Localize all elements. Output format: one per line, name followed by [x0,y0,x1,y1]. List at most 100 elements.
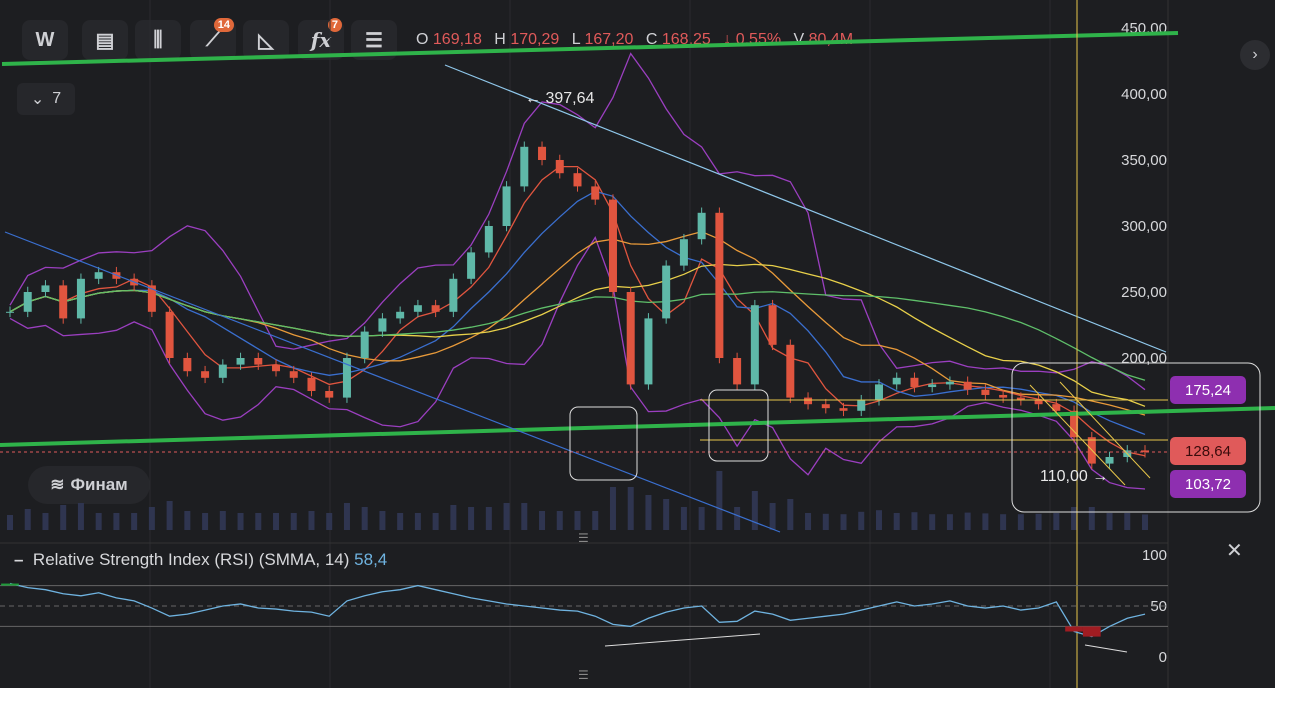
volume-bar [450,505,457,530]
rsi-title: Relative Strength Index (RSI) (SMMA, 14) [32,550,350,569]
candle [626,292,635,385]
candle [6,311,14,313]
volume-bar [113,513,120,530]
candle [94,272,103,279]
volume-bar [95,513,102,530]
volume-bar [237,513,244,530]
rsi-title-bar: – Relative Strength Index (RSI) (SMMA, 1… [14,550,387,570]
candle [750,305,759,385]
candle [733,358,742,385]
volume-bar [343,503,350,530]
candle [857,400,866,411]
volume-bar [202,513,209,530]
volume-bar [24,509,31,530]
price-tag-last: 128,64 [1170,437,1246,465]
volume-bar [698,507,705,530]
collapse-rsi-icon[interactable]: – [14,550,23,569]
candle [555,160,564,174]
volume-bar [255,513,262,530]
volume-bar [822,513,829,530]
candle [591,186,600,200]
volume-bar [875,510,882,530]
candle [272,364,281,372]
high-annotation: ← 397,64 [525,90,595,107]
candle [165,311,174,358]
volume-bar [1106,513,1113,530]
volume-bar [680,507,687,530]
pane-resize-handle[interactable]: ☰ [578,668,589,682]
candle [484,226,493,253]
candle [1034,400,1043,405]
candle [999,394,1008,398]
volume-bar [7,515,13,530]
candle [59,285,68,319]
volume-bar [893,513,900,530]
volume-bar [414,513,421,530]
volume-bar [131,513,138,530]
volume-bar [326,513,333,530]
rsi-value: 58,4 [354,550,388,569]
candle [538,146,547,160]
volume-bar [503,503,510,530]
candle [520,146,529,187]
volume-bar [166,501,173,530]
candle [697,212,706,240]
volume-bar [1142,514,1148,530]
candle [41,285,50,292]
volume-bar [397,513,404,530]
volume-bar [273,513,280,530]
candle [662,265,671,319]
candle [892,377,901,385]
candle [183,358,192,372]
trendline-green-top [1,31,1179,66]
pane-resize-handle[interactable]: ☰ [578,531,589,545]
candle [254,358,263,365]
candle [573,173,582,187]
volume-bar [184,511,191,530]
rsi-line [9,582,1146,638]
volume-bar [592,511,599,530]
volume-bar [627,487,634,530]
volume-bar [716,471,723,530]
candle [804,397,813,405]
ma-yellow [9,263,1146,407]
candle [76,278,85,319]
volume-bar [645,495,652,530]
volume-bar [521,503,528,530]
candle [679,239,688,266]
volume-bar [663,499,670,530]
candle [23,292,32,312]
price-chart[interactable] [0,0,1311,701]
candle [715,212,724,358]
volume-bar [1124,513,1131,530]
candle [396,311,405,319]
volume-bar [858,511,865,530]
volume-bar [769,503,776,530]
ma-green [9,289,1146,381]
close-rsi-icon[interactable]: ✕ [1226,538,1243,563]
volume-bar [219,511,226,530]
candle [218,364,227,378]
rsi-oversold-fill [1082,626,1101,637]
candle [325,391,334,398]
candle [431,305,440,312]
candle [307,377,316,391]
volume-bar [432,513,439,530]
rsi-divergence-line [1084,644,1128,653]
volume-bar [1035,513,1042,530]
candle [910,377,919,388]
volume-bar [1053,513,1060,530]
candle [981,389,990,395]
volume-bar [734,507,741,530]
rsi-overbought-fill [1,583,19,586]
volume-bar [964,512,971,530]
candle [413,305,422,312]
candle [467,252,476,279]
candle [839,408,848,411]
volume-bar [308,511,315,530]
volume-bar [751,491,758,530]
volume-bar [379,511,386,530]
candle [874,384,883,401]
candle [236,358,245,365]
volume-bar [556,511,563,530]
